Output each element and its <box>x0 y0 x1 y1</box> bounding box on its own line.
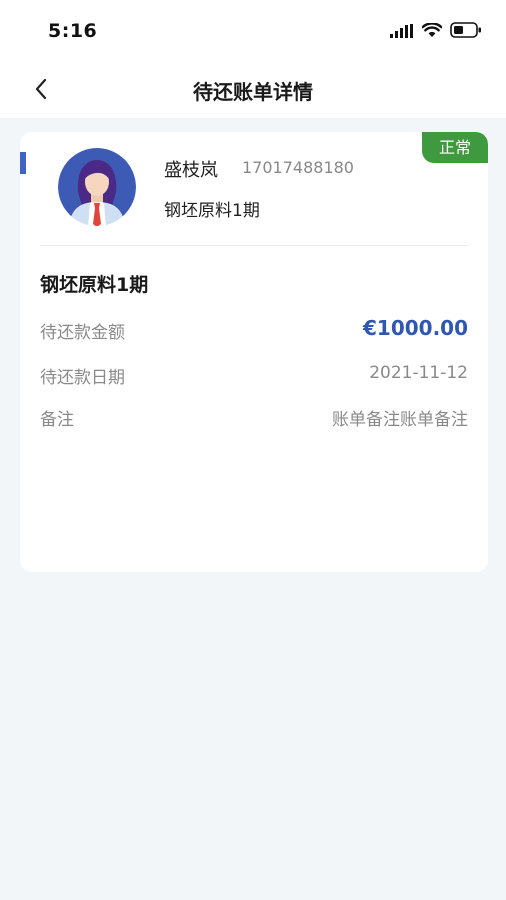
section-title: 钢坯原料1期 <box>40 274 149 296</box>
page-title: 待还账单详情 <box>193 80 313 104</box>
avatar <box>58 148 136 226</box>
status-icons <box>390 21 482 42</box>
nav-bar: 待还账单详情 <box>0 62 506 118</box>
signal-icon <box>390 23 414 42</box>
status-bar: 5:16 <box>0 0 506 62</box>
row-due-date: 待还款日期 2021-11-12 <box>40 361 468 388</box>
remark-value: 账单备注账单备注 <box>332 410 468 430</box>
user-phone: 17017488180 <box>242 158 354 177</box>
accent-bar <box>20 152 26 174</box>
due-date-label: 待还款日期 <box>40 368 125 388</box>
remark-label: 备注 <box>40 410 74 430</box>
user-product: 钢坯原料1期 <box>164 201 260 221</box>
divider <box>40 245 468 246</box>
user-name: 盛枝岚 <box>164 160 218 181</box>
wifi-icon <box>421 21 443 42</box>
status-badge: 正常 <box>422 132 488 163</box>
due-date-value: 2021-11-12 <box>369 363 468 383</box>
row-remark: 备注 账单备注账单备注 <box>40 403 468 430</box>
bill-card: 正常 盛枝岚 17017488180 钢坯原料1期 钢坯原料1期 待还款金额 €… <box>20 132 488 572</box>
row-amount: 待还款金额 €1000.00 <box>40 316 468 343</box>
amount-value: €1000.00 <box>362 316 468 340</box>
battery-icon <box>450 22 482 42</box>
status-time: 5:16 <box>48 20 98 42</box>
amount-label: 待还款金额 <box>40 323 125 343</box>
